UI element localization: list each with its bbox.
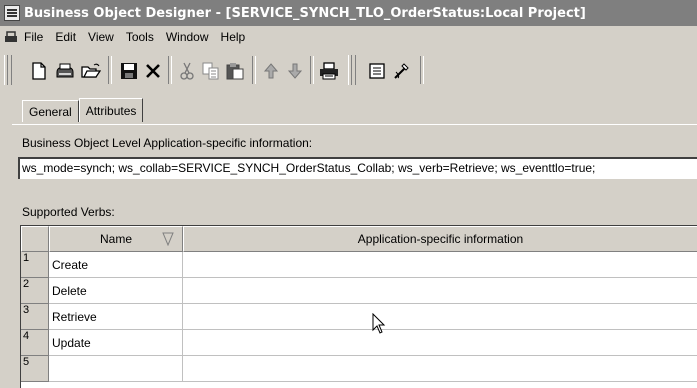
verb-name-cell[interactable]: Delete [49, 278, 183, 304]
grid-header: Name Application-specific information [21, 226, 697, 252]
row-number[interactable]: 2 [21, 278, 49, 304]
toolbar-separator [420, 56, 424, 84]
toolbar-separator [108, 56, 112, 84]
window-title: Business Object Designer - [SERVICE_SYNC… [24, 5, 586, 21]
bo-asi-label: Business Object Level Application-specif… [22, 136, 313, 150]
menu-edit[interactable]: Edit [55, 30, 76, 44]
toolbar [0, 50, 697, 90]
grid-corner-cell [21, 226, 49, 252]
title-bar: Business Object Designer - [SERVICE_SYNC… [0, 0, 697, 26]
open-folder-icon[interactable] [80, 60, 102, 82]
open-icon[interactable] [54, 60, 76, 82]
table-row[interactable]: 2 Delete [21, 278, 697, 304]
paste-icon[interactable] [224, 60, 246, 82]
print-icon[interactable] [318, 60, 340, 82]
row-number[interactable]: 5 [21, 356, 49, 382]
move-down-icon[interactable] [284, 60, 306, 82]
menu-window[interactable]: Window [166, 30, 209, 44]
wand-icon[interactable] [390, 60, 412, 82]
supported-verbs-label: Supported Verbs: [22, 205, 115, 219]
tab-general[interactable]: General [22, 100, 79, 122]
menu-view[interactable]: View [88, 30, 114, 44]
verb-asi-cell[interactable] [183, 278, 697, 304]
bo-asi-field[interactable]: ws_mode=synch; ws_collab=SERVICE_SYNCH_O… [18, 157, 697, 179]
menu-help[interactable]: Help [221, 30, 246, 44]
toolbar-separator [310, 56, 314, 84]
system-menu-icon[interactable] [4, 31, 18, 43]
tab-panel-border [12, 124, 697, 125]
cut-icon[interactable] [176, 60, 198, 82]
toolbar-separator [252, 56, 256, 84]
copy-icon[interactable] [200, 60, 222, 82]
table-row[interactable]: 5 [21, 356, 697, 382]
verb-name-cell[interactable]: Create [49, 252, 183, 278]
properties-icon[interactable] [366, 60, 388, 82]
sort-filter-icon[interactable] [162, 232, 174, 249]
row-number[interactable]: 1 [21, 252, 49, 278]
verbs-grid: Name Application-specific information 1 … [20, 225, 697, 388]
table-row[interactable]: 4 Update [21, 330, 697, 356]
row-number[interactable]: 4 [21, 330, 49, 356]
tab-attributes[interactable]: Attributes [78, 98, 144, 122]
menu-tools[interactable]: Tools [126, 30, 154, 44]
move-up-icon[interactable] [260, 60, 282, 82]
verb-name-cell[interactable]: Update [49, 330, 183, 356]
menu-file[interactable]: File [24, 30, 43, 44]
verb-name-cell[interactable]: Retrieve [49, 304, 183, 330]
delete-icon[interactable] [142, 60, 164, 82]
toolbar-separator [168, 56, 172, 84]
toolbar-grip [348, 55, 356, 85]
save-icon[interactable] [118, 60, 140, 82]
column-name-label: Name [99, 232, 132, 246]
app-icon [4, 5, 20, 21]
row-number[interactable]: 3 [21, 304, 49, 330]
verb-asi-cell[interactable] [183, 304, 697, 330]
table-row[interactable]: 3 Retrieve [21, 304, 697, 330]
verb-asi-cell[interactable] [183, 330, 697, 356]
new-icon[interactable] [28, 60, 50, 82]
verb-asi-cell[interactable] [183, 356, 697, 382]
toolbar-grip [4, 55, 12, 85]
tab-strip: General Attributes [22, 98, 144, 124]
column-header-asi[interactable]: Application-specific information [183, 226, 697, 252]
menu-bar: File Edit View Tools Window Help [0, 27, 697, 47]
verb-asi-cell[interactable] [183, 252, 697, 278]
verb-name-cell[interactable] [49, 356, 183, 382]
mouse-cursor-icon [372, 312, 386, 338]
column-header-name[interactable]: Name [49, 226, 183, 252]
table-row[interactable]: 1 Create [21, 252, 697, 278]
